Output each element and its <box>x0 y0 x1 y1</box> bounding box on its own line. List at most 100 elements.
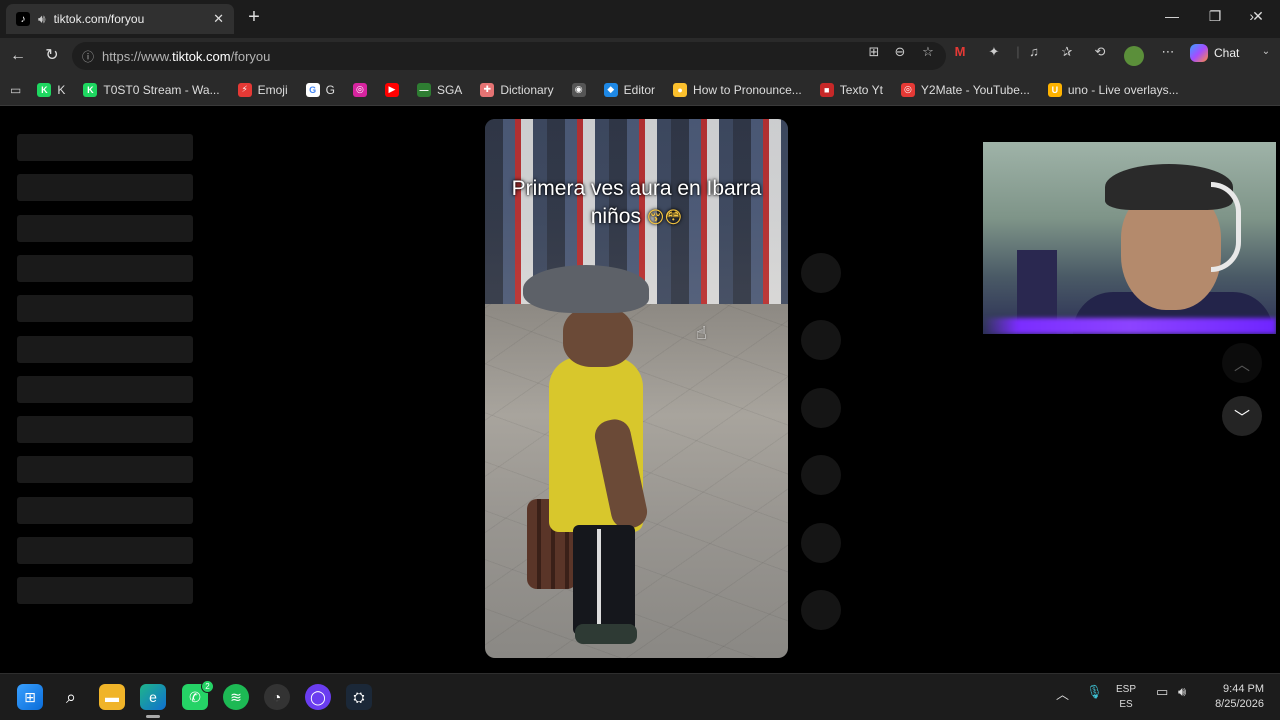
skeleton-row <box>17 335 193 363</box>
bookmark-item[interactable]: ◆ Editor <box>603 82 655 97</box>
bookmark-item[interactable]: GG <box>305 82 335 97</box>
skeleton-row <box>17 456 193 484</box>
site-info-icon[interactable]: ⓘ <box>82 48 94 65</box>
bookmark-label: Texto Yt <box>839 82 883 97</box>
bookmark-item[interactable]: ● How to Pronounce... <box>673 82 802 97</box>
bookmark-icon: ◎ <box>900 82 915 97</box>
bookmark-item[interactable]: — SGA <box>416 82 463 97</box>
caption-emoji: 😚😳 <box>646 208 683 228</box>
reload-icon[interactable]: ↻ <box>42 46 62 66</box>
skeleton-row <box>17 254 193 282</box>
more-menu-icon[interactable]: ⋯ <box>1158 42 1178 62</box>
chevron-down-icon[interactable]: ﹀ <box>1222 396 1262 436</box>
action-button-3[interactable] <box>801 388 841 428</box>
back-arrow-icon[interactable]: ← <box>8 46 28 66</box>
audio-visualizer <box>983 318 1276 334</box>
video-kid-face <box>563 307 633 367</box>
extension-m-icon[interactable]: M <box>950 42 970 62</box>
address-bar[interactable]: ⓘ https://www.tiktok.com/foryou <box>72 42 946 70</box>
video-player[interactable]: Primera ves aura en Ibarra niños 😚😳 <box>485 119 788 658</box>
minimize-button[interactable]: — <box>1162 8 1182 24</box>
chevron-right-icon[interactable]: › <box>1249 8 1254 24</box>
lang-bottom: ES <box>1119 699 1133 710</box>
bookmark-icon: U <box>1047 82 1062 97</box>
language-indicator[interactable]: ESP ES <box>1116 682 1136 712</box>
volume-icon[interactable]: 🔊︎ <box>1178 684 1186 700</box>
favorites-icon[interactable]: ✰ <box>1057 42 1077 62</box>
bookmark-label: Emoji <box>257 82 288 97</box>
copilot-chat-button[interactable]: Chat <box>1190 44 1239 62</box>
steam-icon[interactable]: ⛭ <box>346 684 372 710</box>
spotify-icon[interactable]: ≋ <box>223 684 249 710</box>
bookmark-item[interactable]: ◎ <box>352 82 367 97</box>
app-available-icon[interactable]: ⊞ <box>864 42 884 62</box>
bookmark-label: uno - Live overlays... <box>1067 82 1179 97</box>
bookmark-icon: ■ <box>819 82 834 97</box>
app-icon[interactable]: ◯ <box>305 684 331 710</box>
bookmark-icon: G <box>305 82 320 97</box>
bookmark-icon: — <box>416 82 431 97</box>
profile-avatar[interactable] <box>1124 46 1144 66</box>
microphone-icon[interactable]: 🎙︎ <box>1086 684 1103 700</box>
action-button-2[interactable] <box>801 320 841 360</box>
action-button-5[interactable] <box>801 523 841 563</box>
mouse-cursor-icon: ☝ <box>696 323 707 343</box>
bookmark-item[interactable]: ◉ <box>571 82 586 97</box>
bookmark-label: K <box>57 82 66 97</box>
action-button-4[interactable] <box>801 455 841 495</box>
whatsapp-icon[interactable]: ✆ 2 <box>182 680 214 710</box>
file-explorer-icon[interactable]: ▬ <box>99 684 125 710</box>
obs-icon[interactable]: ◔ <box>264 684 290 710</box>
bookmark-item[interactable]: ◎ Y2Mate - YouTube... <box>900 82 1030 97</box>
split-screen-icon[interactable]: ♫ <box>1024 42 1044 62</box>
network-icon[interactable]: ▭ <box>1156 684 1168 700</box>
bookmark-item[interactable]: KK <box>37 82 66 97</box>
active-tab[interactable]: ♪ 🔊︎ tiktok.com/foryou ✕ <box>6 4 234 34</box>
bookmark-item[interactable]: ■ Texto Yt <box>819 82 883 97</box>
speaker-icon[interactable]: 🔊︎ <box>38 12 46 27</box>
skeleton-row <box>17 416 193 444</box>
clock-time: 9:44 PM <box>1223 683 1264 695</box>
action-button-1[interactable] <box>801 253 841 293</box>
search-icon[interactable]: ⌕ <box>58 684 84 710</box>
zoom-icon[interactable]: ⊖ <box>890 42 910 62</box>
bookmark-item[interactable]: Uuno - Live overlays... <box>1047 82 1179 97</box>
bookmark-label: SGA <box>436 82 463 97</box>
skeleton-row <box>17 214 193 242</box>
edge-browser-icon[interactable]: e <box>140 684 166 718</box>
new-tab-button[interactable]: + <box>244 7 264 28</box>
chevron-up-icon[interactable]: ︿ <box>1222 343 1262 383</box>
bookmark-item[interactable]: K T0ST0 Stream - Wa... <box>83 82 220 97</box>
tab-bar: ♪ 🔊︎ tiktok.com/foryou ✕ + — ❐ ✕ <box>0 0 1280 38</box>
history-icon[interactable]: ⟲ <box>1090 42 1110 62</box>
chevron-down-icon[interactable]: ⌄ <box>1256 42 1276 62</box>
bookmark-icon: ✚ <box>480 82 495 97</box>
sidebar-toggle-icon[interactable]: ▭ <box>10 83 21 97</box>
windows-start-icon[interactable]: ⊞ <box>17 684 43 710</box>
bookmark-label: How to Pronounce... <box>693 82 802 97</box>
video-kid-cap <box>523 265 649 313</box>
url-protocol: https://www. <box>102 48 173 64</box>
bookmark-label: G <box>325 82 335 97</box>
bookmark-icon: ◆ <box>603 82 618 97</box>
tray-overflow-icon[interactable]: ︿ <box>1056 684 1069 703</box>
bookmark-item[interactable]: ⚡ Emoji <box>237 82 288 97</box>
copilot-icon <box>1190 44 1208 62</box>
skeleton-row <box>17 295 193 323</box>
bookmark-item[interactable]: ▶ <box>384 82 399 97</box>
restore-button[interactable]: ❐ <box>1205 8 1225 25</box>
caption-line-2: niños <box>590 205 641 228</box>
bookmark-label: Dictionary <box>500 82 554 97</box>
tiktok-icon: ♪ <box>16 12 30 26</box>
video-caption: Primera ves aura en Ibarra niños 😚😳 <box>485 175 788 232</box>
favorite-star-icon[interactable]: ☆ <box>918 42 938 62</box>
system-clock[interactable]: 9:44 PM 8/25/2026 <box>1204 682 1264 712</box>
windows-taskbar: ⊞ ⌕ ▬ e ✆ 2 ≋ ◔ ◯ ⛭ ︿ 🎙︎ ESP ES ▭ 🔊︎ 9:44… <box>0 673 1280 720</box>
extensions-icon[interactable]: ✦ <box>984 42 1004 62</box>
bookmark-item[interactable]: ✚ Dictionary <box>480 82 554 97</box>
skeleton-row <box>17 577 193 605</box>
video-kid-stripe <box>597 529 601 629</box>
close-tab-icon[interactable]: ✕ <box>213 11 224 27</box>
caption-line-1: Primera ves aura en Ibarra <box>511 177 762 200</box>
action-button-6[interactable] <box>801 590 841 630</box>
